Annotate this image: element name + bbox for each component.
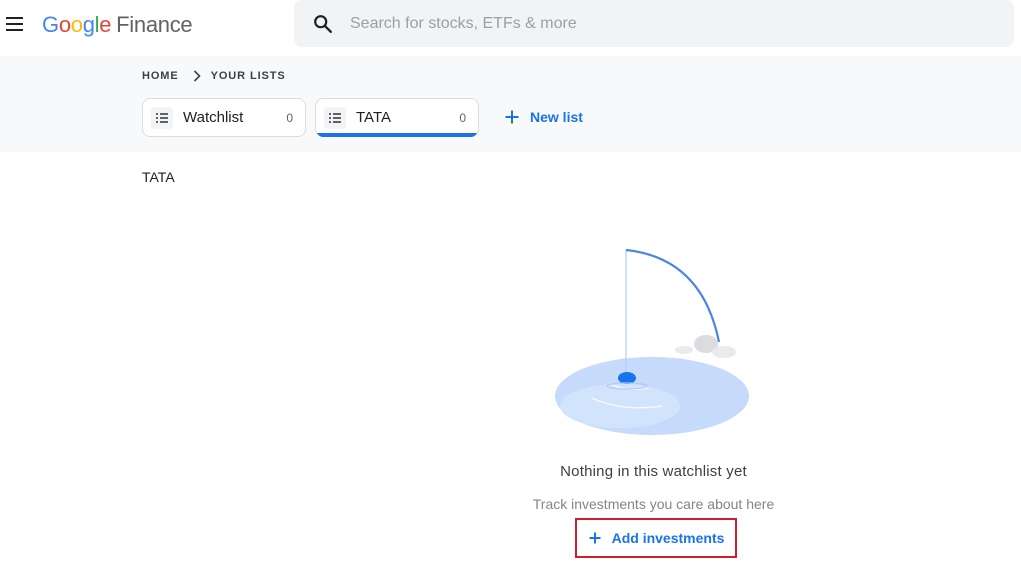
empty-state-subtitle: Track investments you care about here bbox=[532, 496, 775, 512]
plus-icon bbox=[589, 532, 601, 544]
google-finance-logo[interactable]: Google Finance bbox=[42, 11, 193, 39]
list-icon bbox=[324, 107, 346, 129]
lists-header: HOME YOUR LISTS Watchlist 0 TATA 0 New l… bbox=[0, 56, 1021, 152]
logo-letter: G bbox=[42, 12, 59, 37]
list-tab-label: TATA bbox=[356, 109, 391, 126]
logo-letter: o bbox=[58, 12, 71, 37]
list-tab-watchlist[interactable]: Watchlist 0 bbox=[142, 98, 306, 137]
plus-icon bbox=[505, 110, 519, 124]
search-bar[interactable] bbox=[294, 0, 1014, 47]
empty-state-title: Nothing in this watchlist yet bbox=[560, 463, 747, 480]
logo-product-text: Finance bbox=[116, 12, 193, 37]
list-tab-count: 0 bbox=[286, 111, 293, 125]
logo-letter: o bbox=[70, 12, 83, 37]
chevron-right-icon bbox=[193, 70, 201, 82]
add-investments-label: Add investments bbox=[611, 530, 725, 546]
add-investments-button[interactable]: Add investments bbox=[575, 518, 737, 558]
list-title: TATA bbox=[142, 169, 175, 185]
breadcrumb: HOME YOUR LISTS bbox=[142, 68, 286, 84]
logo-letter: g bbox=[82, 12, 95, 37]
top-bar: Google Finance bbox=[0, 0, 1021, 56]
new-list-label: New list bbox=[530, 109, 583, 125]
search-icon[interactable] bbox=[312, 13, 334, 35]
list-tab-tata[interactable]: TATA 0 bbox=[315, 98, 479, 137]
logo-google-text: Google bbox=[42, 12, 111, 38]
list-icon bbox=[151, 107, 173, 129]
list-tab-label: Watchlist bbox=[183, 109, 244, 126]
active-tab-indicator bbox=[316, 133, 478, 137]
search-input[interactable] bbox=[350, 0, 990, 47]
breadcrumb-home[interactable]: HOME bbox=[142, 70, 179, 82]
breadcrumb-your-lists[interactable]: YOUR LISTS bbox=[211, 70, 286, 82]
list-tab-count: 0 bbox=[459, 111, 466, 125]
new-list-button[interactable]: New list bbox=[504, 106, 583, 128]
logo-letter: e bbox=[99, 12, 112, 37]
empty-fishing-illustration bbox=[555, 248, 749, 435]
menu-icon[interactable] bbox=[5, 14, 25, 34]
